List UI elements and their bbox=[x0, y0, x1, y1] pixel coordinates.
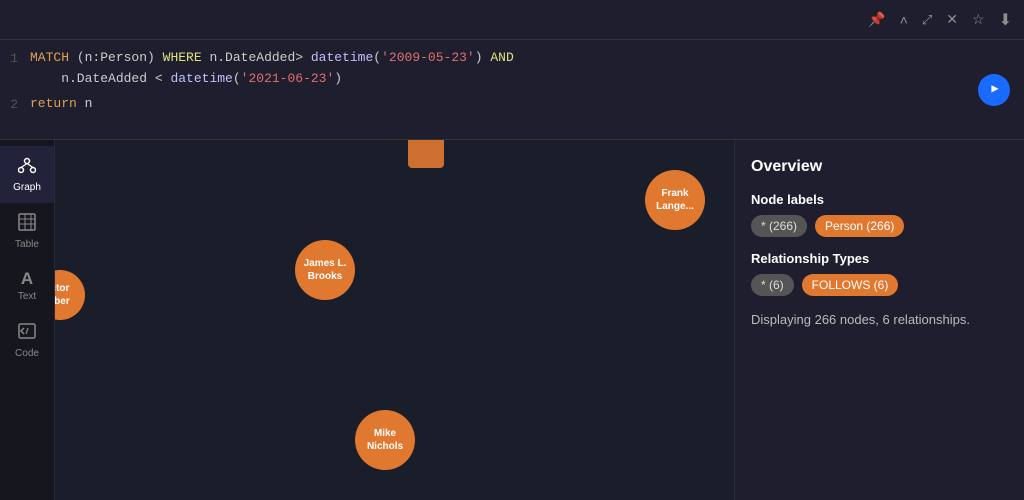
chevron-up-icon[interactable]: ˄ bbox=[900, 12, 908, 28]
sidebar-text-label: Text bbox=[18, 291, 36, 302]
star-icon[interactable]: ☆ bbox=[972, 11, 985, 28]
line-number-2: 2 bbox=[0, 94, 30, 116]
badge-person-nodes[interactable]: Person (266) bbox=[815, 215, 904, 237]
badge-follows-rels[interactable]: FOLLOWS (6) bbox=[802, 274, 899, 296]
overview-summary: Displaying 266 nodes, 6 relationships. bbox=[751, 310, 1008, 330]
run-button[interactable]: ▶ bbox=[978, 74, 1010, 106]
sidebar-graph-label: Graph bbox=[13, 182, 41, 193]
code-editor: 1 MATCH (n:Person) WHERE n.DateAdded> da… bbox=[0, 40, 1024, 140]
main-content: Graph Table A Text bbox=[0, 140, 1024, 500]
sidebar-item-text[interactable]: A Text bbox=[0, 260, 54, 312]
node-mike-label: MikeNichols bbox=[367, 427, 403, 453]
sidebar-item-table[interactable]: Table bbox=[0, 203, 54, 260]
graph-area[interactable]: Frank Lange... James L.Brooks ctorrber M… bbox=[55, 140, 734, 500]
download-icon[interactable]: ⬇ bbox=[999, 10, 1012, 30]
sidebar-table-label: Table bbox=[15, 239, 39, 250]
sidebar-code-label: Code bbox=[15, 348, 39, 359]
relationship-types-heading: Relationship Types bbox=[751, 251, 1008, 266]
node-labels-heading: Node labels bbox=[751, 192, 1008, 207]
table-icon bbox=[18, 213, 36, 235]
node-james-label: James L.Brooks bbox=[304, 257, 347, 283]
expand-icon[interactable]: ⤢ bbox=[922, 12, 932, 28]
node-frank[interactable]: Frank Lange... bbox=[645, 170, 705, 230]
node-labels-badges: * (266) Person (266) bbox=[751, 215, 1008, 237]
overview-panel: Overview Node labels * (266) Person (266… bbox=[734, 140, 1024, 500]
top-toolbar: 📌 ˄ ⤢ ✕ ☆ ⬇ bbox=[0, 0, 1024, 40]
code-content-1: MATCH (n:Person) WHERE n.DateAdded> date… bbox=[30, 48, 514, 90]
pin-icon[interactable]: 📌 bbox=[868, 11, 885, 28]
badge-all-nodes[interactable]: * (266) bbox=[751, 215, 807, 237]
code-line-2: 2 return n bbox=[0, 94, 1012, 116]
relationship-badges: * (6) FOLLOWS (6) bbox=[751, 274, 1008, 296]
node-victor-label: ctorrber bbox=[55, 282, 70, 308]
node-james[interactable]: James L.Brooks bbox=[295, 240, 355, 300]
code-content-2: return n bbox=[30, 94, 92, 115]
text-icon: A bbox=[21, 270, 33, 287]
code-icon bbox=[18, 322, 36, 344]
sidebar-item-graph[interactable]: Graph bbox=[0, 146, 54, 203]
overview-title: Overview bbox=[751, 158, 1008, 176]
sidebar: Graph Table A Text bbox=[0, 140, 55, 500]
line-number-1: 1 bbox=[0, 48, 30, 70]
graph-icon bbox=[18, 156, 36, 178]
node-victor[interactable]: ctorrber bbox=[55, 270, 85, 320]
code-line-1: 1 MATCH (n:Person) WHERE n.DateAdded> da… bbox=[0, 48, 1012, 90]
node-mike[interactable]: MikeNichols bbox=[355, 410, 415, 470]
badge-all-rels[interactable]: * (6) bbox=[751, 274, 794, 296]
play-icon: ▶ bbox=[991, 80, 998, 99]
close-icon[interactable]: ✕ bbox=[946, 11, 958, 28]
node-frank-label: Frank Lange... bbox=[645, 187, 705, 213]
orange-hint bbox=[408, 140, 444, 168]
sidebar-item-code[interactable]: Code bbox=[0, 312, 54, 369]
